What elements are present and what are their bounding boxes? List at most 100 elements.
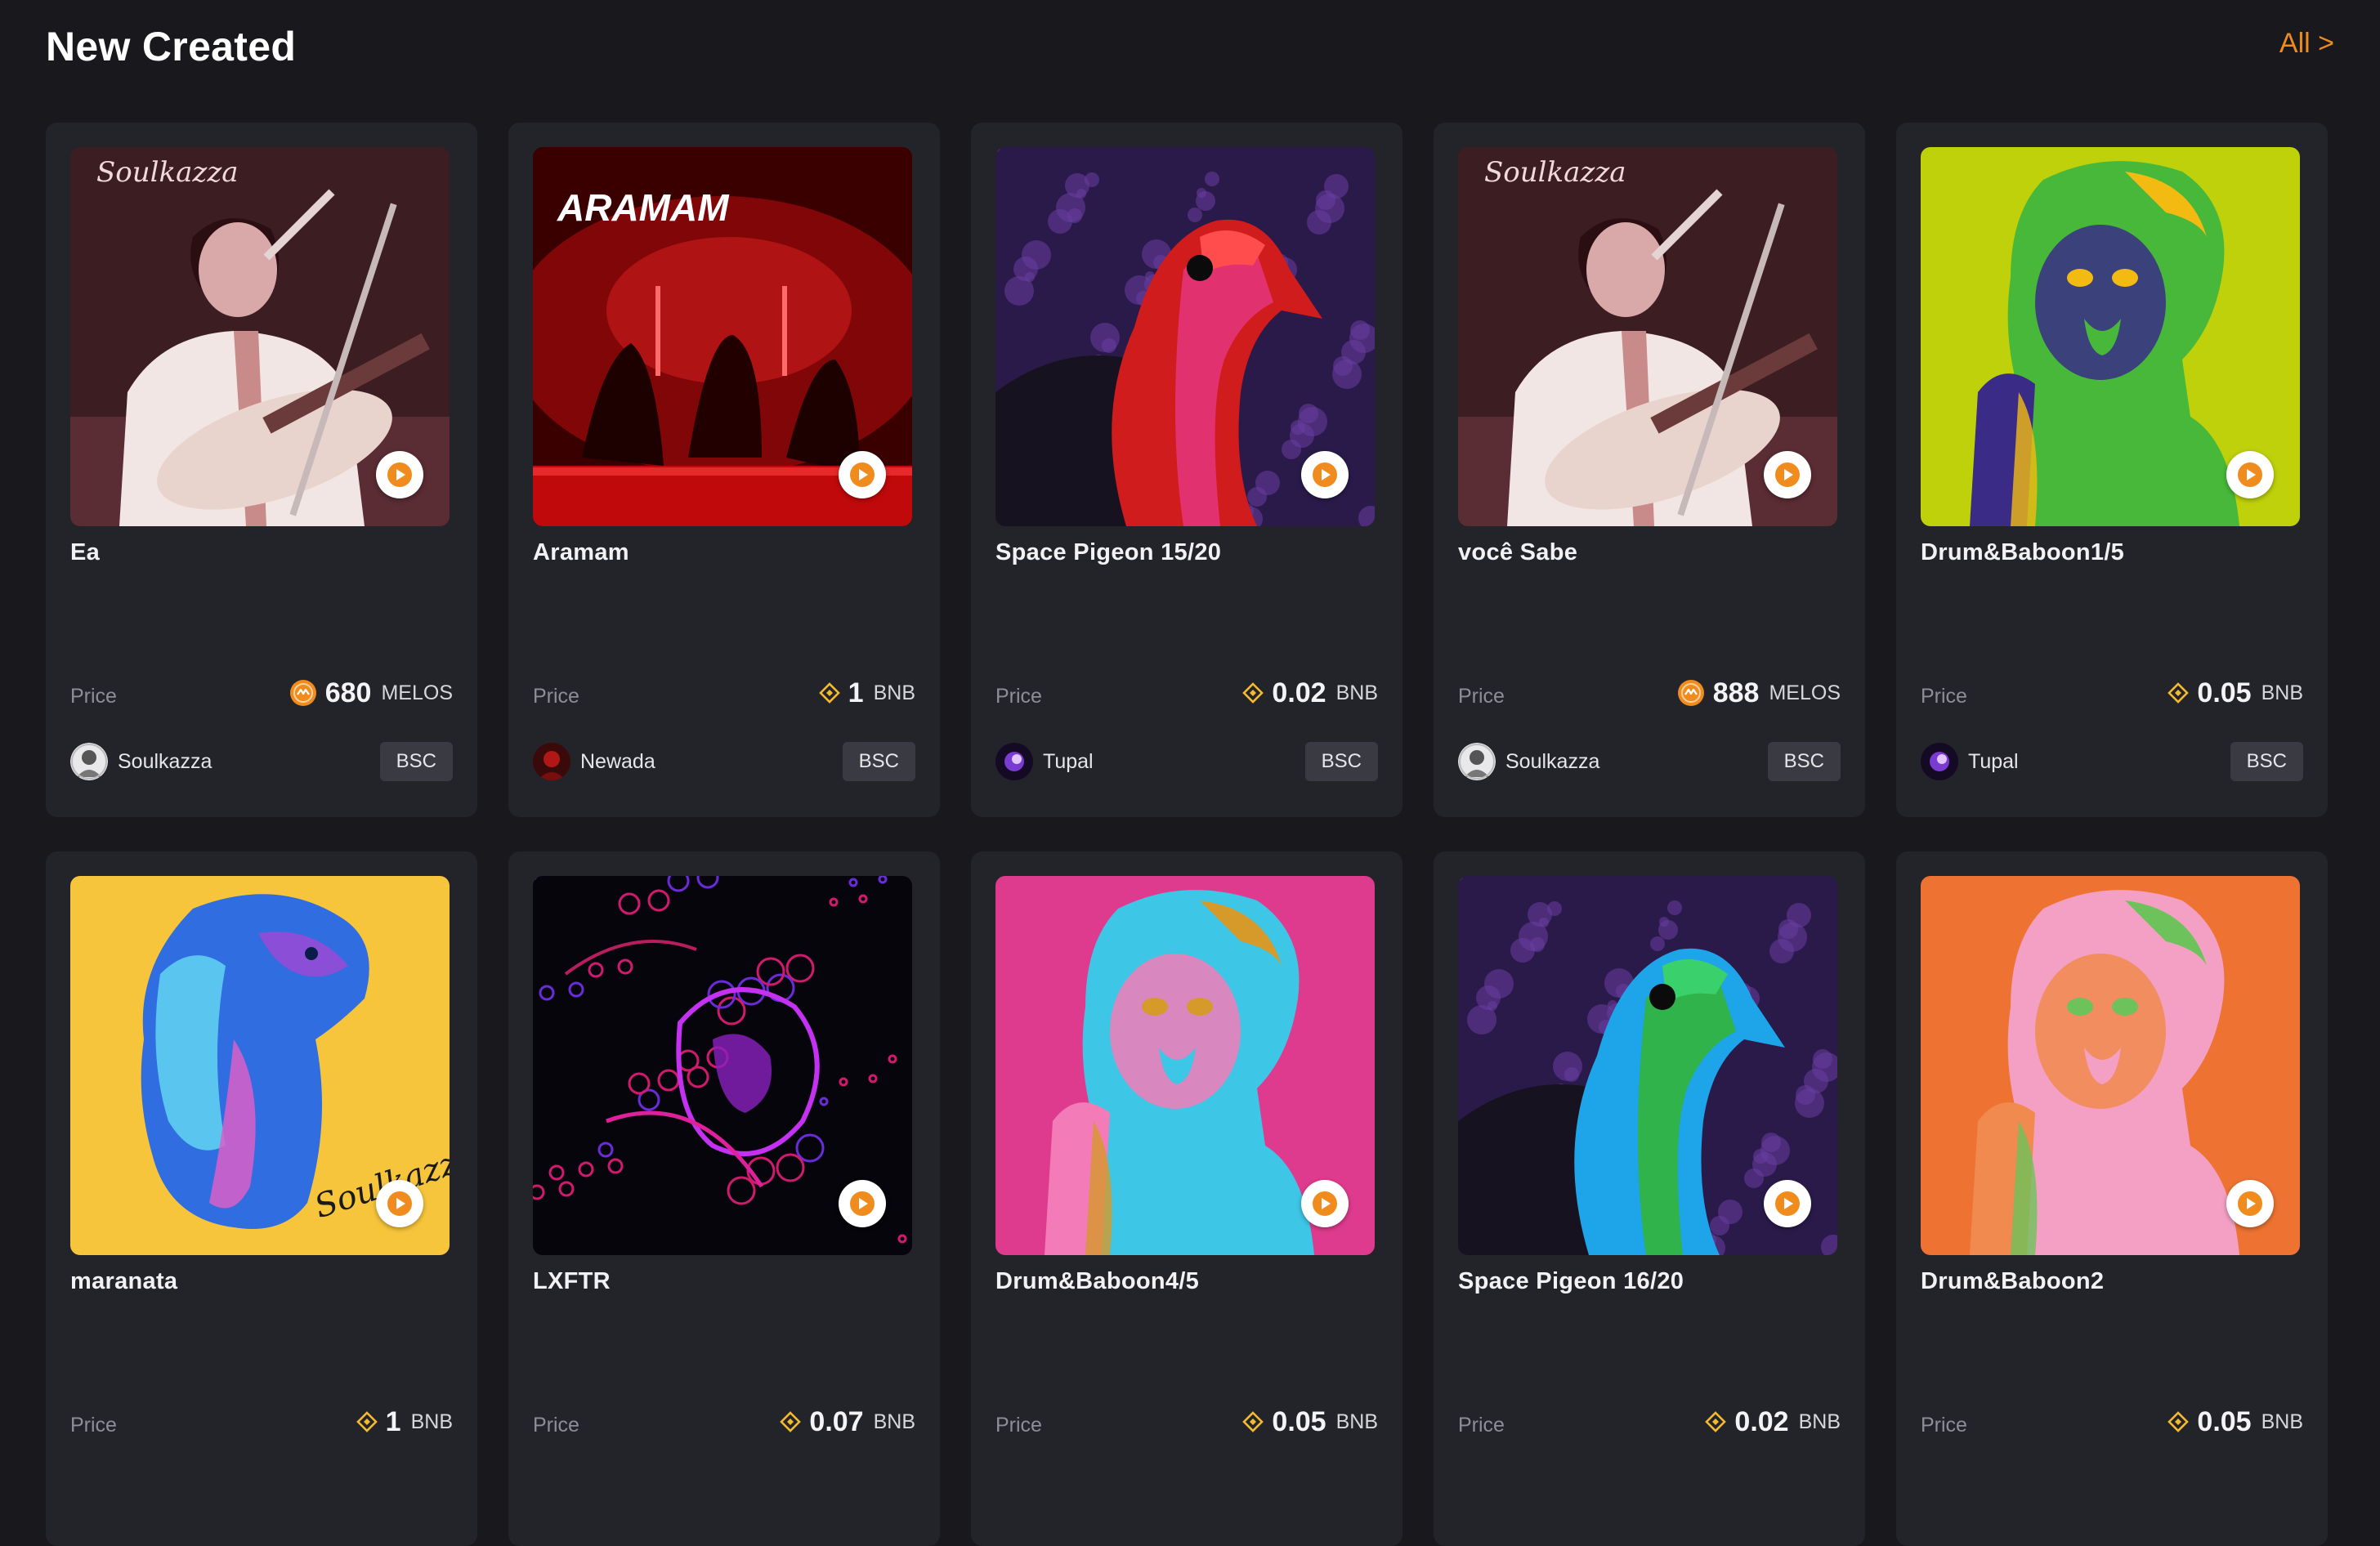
price-unit: BNB: [1335, 1410, 1378, 1433]
play-button[interactable]: [2226, 451, 2274, 498]
creator-name[interactable]: Tupal: [1043, 750, 1094, 774]
play-button[interactable]: [839, 451, 886, 498]
creator-name[interactable]: Tupal: [1968, 750, 2019, 774]
play-icon: [1311, 1190, 1339, 1218]
price: 0.02 BNB: [1242, 675, 1378, 711]
nft-card[interactable]: Soulkazza você Sabe Price 888 MELOS Soulkazza…: [1434, 123, 1865, 817]
card-title[interactable]: Drum&Baboon2: [1921, 1268, 2104, 1295]
cover-art[interactable]: ARAMAM: [533, 147, 912, 526]
card-title[interactable]: Space Pigeon 15/20: [995, 539, 1221, 566]
play-button[interactable]: [376, 451, 423, 498]
card-title[interactable]: Drum&Baboon4/5: [995, 1268, 1199, 1295]
play-icon: [1774, 1190, 1801, 1218]
cover-art[interactable]: [1458, 876, 1837, 1255]
price-value: 0.02: [1272, 677, 1326, 708]
bnb-coin-icon: [2168, 682, 2190, 704]
creator[interactable]: Soulkazza: [1458, 742, 1599, 781]
play-button[interactable]: [2226, 1180, 2274, 1227]
play-button[interactable]: [1764, 451, 1811, 498]
nft-card[interactable]: Drum&Baboon4/5 Price 0.05 BNB: [971, 851, 1402, 1546]
chain-badge: BSC: [1767, 742, 1841, 781]
play-button[interactable]: [839, 1180, 886, 1227]
nft-card[interactable]: Drum&Baboon2 Price 0.05 BNB: [1896, 851, 2328, 1546]
nft-card[interactable]: ARAMAM Aramam Price 1 BNB Newada BSC: [508, 123, 940, 817]
price-unit: BNB: [410, 1410, 453, 1433]
price-unit: BNB: [2261, 1410, 2303, 1433]
nft-card[interactable]: Space Pigeon 15/20 Price 0.02 BNB Tupal BSC: [971, 123, 1402, 817]
bnb-coin-icon: [1242, 682, 1264, 704]
cover-art[interactable]: [995, 147, 1375, 526]
price: 1 BNB: [818, 675, 915, 711]
price-unit: MELOS: [381, 681, 453, 704]
price: 1 BNB: [356, 1404, 453, 1440]
creator[interactable]: Tupal: [1921, 742, 2019, 781]
play-icon: [848, 461, 876, 489]
price-label: Price: [1921, 685, 1967, 708]
chain-badge: BSC: [842, 742, 915, 781]
play-button[interactable]: [1301, 1180, 1349, 1227]
card-title[interactable]: Ea: [70, 539, 100, 566]
play-button[interactable]: [1301, 451, 1349, 498]
cover-art[interactable]: Soulkazza: [70, 876, 450, 1255]
price-value: 0.05: [2197, 1405, 2252, 1437]
price: 0.07 BNB: [780, 1404, 915, 1440]
avatar[interactable]: [1921, 743, 1958, 780]
price: 0.05 BNB: [1242, 1404, 1378, 1440]
card-title[interactable]: Aramam: [533, 539, 629, 566]
bnb-coin-icon: [1705, 1411, 1727, 1432]
cover-art[interactable]: [995, 876, 1375, 1255]
price-value: 0.05: [1272, 1405, 1326, 1437]
cover-art[interactable]: [1921, 876, 2300, 1255]
price: 0.02 BNB: [1705, 1404, 1841, 1440]
play-icon: [2236, 1190, 2264, 1218]
price-unit: BNB: [873, 1410, 915, 1433]
creator[interactable]: Soulkazza: [70, 742, 212, 781]
play-icon: [1311, 461, 1339, 489]
nft-card[interactable]: Drum&Baboon1/5 Price 0.05 BNB Tupal BSC: [1896, 123, 2328, 817]
chain-badge: BSC: [2230, 742, 2303, 781]
card-title[interactable]: LXFTR: [533, 1268, 611, 1295]
svg-text:Soulkazza: Soulkazza: [1484, 156, 1626, 189]
price-value: 0.02: [1734, 1405, 1789, 1437]
avatar[interactable]: [533, 743, 570, 780]
card-title[interactable]: Drum&Baboon1/5: [1921, 539, 2124, 566]
price-label: Price: [995, 685, 1042, 708]
cover-art[interactable]: [533, 876, 912, 1255]
price: 680 MELOS: [289, 675, 453, 711]
nft-card[interactable]: Soulkazza Ea Price 680 MELOS Soulkazza BSC: [46, 123, 477, 817]
price-value: 0.07: [809, 1405, 864, 1437]
price-label: Price: [70, 1414, 117, 1437]
price-label: Price: [1921, 1414, 1967, 1437]
price-label: Price: [533, 1414, 579, 1437]
cover-art[interactable]: [1921, 147, 2300, 526]
nft-card[interactable]: Space Pigeon 16/20 Price 0.02 BNB: [1434, 851, 1865, 1546]
cover-art[interactable]: Soulkazza: [1458, 147, 1837, 526]
card-title[interactable]: maranata: [70, 1268, 177, 1295]
creator-name[interactable]: Newada: [580, 750, 655, 774]
play-icon: [386, 1190, 414, 1218]
card-title[interactable]: você Sabe: [1458, 539, 1577, 566]
avatar[interactable]: [995, 743, 1033, 780]
svg-text:Soulkazza: Soulkazza: [96, 156, 239, 189]
chain-badge: BSC: [1304, 742, 1378, 781]
creator-name[interactable]: Soulkazza: [118, 750, 212, 774]
cover-art[interactable]: Soulkazza: [70, 147, 450, 526]
price-unit: BNB: [873, 681, 915, 704]
price-unit: BNB: [2261, 681, 2303, 704]
nft-card[interactable]: LXFTR Price 0.07 BNB: [508, 851, 940, 1546]
creator-name[interactable]: Soulkazza: [1505, 750, 1599, 774]
play-button[interactable]: [376, 1180, 423, 1227]
card-title[interactable]: Space Pigeon 16/20: [1458, 1268, 1684, 1295]
price: 0.05 BNB: [2168, 1404, 2303, 1440]
price-value: 0.05: [2197, 677, 2252, 708]
bnb-coin-icon: [356, 1411, 378, 1432]
play-button[interactable]: [1764, 1180, 1811, 1227]
view-all-link[interactable]: All >: [2279, 28, 2334, 60]
avatar[interactable]: [1458, 743, 1496, 780]
price-label: Price: [533, 685, 579, 708]
avatar[interactable]: [70, 743, 108, 780]
creator[interactable]: Newada: [533, 742, 655, 781]
price-label: Price: [995, 1414, 1042, 1437]
creator[interactable]: Tupal: [995, 742, 1094, 781]
nft-card[interactable]: Soulkazza maranata Price 1 BNB: [46, 851, 477, 1546]
